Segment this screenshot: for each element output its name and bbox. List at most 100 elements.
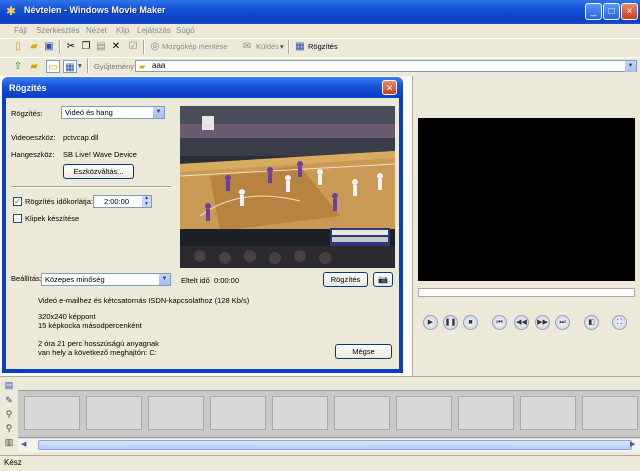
scrollbar-thumb[interactable] bbox=[38, 440, 632, 450]
quality-framerate: 15 képkocka másodpercenként bbox=[38, 321, 142, 330]
new-project-icon[interactable]: ▯ bbox=[11, 40, 25, 53]
zoom-in-icon[interactable]: ⚲ bbox=[3, 408, 15, 420]
stop-icon[interactable]: ■ bbox=[463, 315, 478, 330]
split-clip-icon[interactable]: ◧ bbox=[584, 315, 599, 330]
change-device-button[interactable]: Eszközváltás... bbox=[63, 164, 134, 179]
status-text: Kész bbox=[4, 458, 22, 467]
cut-icon[interactable]: ✂ bbox=[64, 40, 78, 53]
menu-help[interactable]: Súgó bbox=[176, 26, 195, 35]
dialog-title-bar bbox=[2, 77, 403, 98]
collection-select[interactable]: ▰ aaa ▼ bbox=[135, 60, 637, 72]
video-frame-image bbox=[180, 106, 395, 268]
audio-device-value: SB Live! Wave Device bbox=[63, 150, 137, 159]
collection-value: aaa bbox=[152, 61, 166, 70]
scroll-left-icon[interactable]: ◀ bbox=[21, 440, 26, 448]
save-project-icon[interactable]: ▣ bbox=[42, 40, 56, 53]
start-record-button[interactable]: Rögzítés bbox=[323, 272, 368, 287]
time-limit-label: Rögzítés időkorlátja: bbox=[25, 197, 93, 206]
delete-icon[interactable]: ✕ bbox=[109, 40, 123, 53]
views-icon[interactable]: ▦ bbox=[63, 60, 77, 73]
send-button[interactable]: Küldés bbox=[256, 42, 279, 51]
video-device-label: Videoeszköz: bbox=[11, 133, 56, 142]
save-movie-button[interactable]: Mozgókép mentése bbox=[162, 42, 227, 51]
menu-edit[interactable]: Szerkesztés bbox=[36, 26, 80, 35]
capture-video-preview bbox=[180, 106, 395, 268]
record-toolbar-button[interactable]: Rögzítés bbox=[308, 42, 338, 51]
properties-icon[interactable]: ☑ bbox=[126, 40, 140, 53]
collection-folder-icon[interactable]: ▭ bbox=[46, 60, 60, 73]
record-mode-label: Rögzítés: bbox=[11, 109, 43, 118]
create-clips-checkbox[interactable] bbox=[13, 214, 22, 223]
narrate-icon[interactable]: ✎ bbox=[3, 394, 15, 406]
chevron-down-icon[interactable]: ▼ bbox=[159, 274, 170, 285]
scroll-right-icon[interactable]: ▶ bbox=[630, 440, 635, 448]
chevron-down-icon[interactable]: ▼ bbox=[625, 61, 636, 72]
rewind-icon[interactable]: ◀◀ bbox=[514, 315, 529, 330]
record-mode-select[interactable]: Videó és hang ▼ bbox=[61, 106, 165, 119]
status-bar bbox=[0, 455, 640, 471]
quality-setting-select[interactable]: Közepes minőség ▼ bbox=[41, 273, 171, 286]
seek-bar[interactable] bbox=[418, 288, 635, 297]
collection-label: Gyűjtemény bbox=[94, 62, 135, 71]
menu-clip[interactable]: Klip bbox=[116, 26, 129, 35]
storyboard-view-icon[interactable]: ▥ bbox=[3, 436, 15, 448]
storyboard-frame[interactable] bbox=[210, 396, 266, 430]
views-dropdown-icon[interactable]: ▾ bbox=[78, 61, 82, 70]
full-screen-icon[interactable]: ⛶ bbox=[612, 315, 627, 330]
storyboard-frame[interactable] bbox=[520, 396, 576, 430]
storyboard-frame[interactable] bbox=[86, 396, 142, 430]
fast-forward-icon[interactable]: ▶▶ bbox=[535, 315, 550, 330]
dialog-title: Rögzítés bbox=[9, 83, 47, 93]
quality-setting-value: Közepes minőség bbox=[45, 275, 105, 284]
storyboard-frame[interactable] bbox=[148, 396, 204, 430]
send-dropdown-icon[interactable]: ▾ bbox=[280, 42, 284, 51]
time-limit-input[interactable]: 2:00:00 ▲ ▼ bbox=[93, 195, 152, 208]
next-frame-icon[interactable]: ⏭ bbox=[555, 315, 570, 330]
chevron-down-icon[interactable]: ▼ bbox=[153, 107, 164, 118]
create-clips-label: Klipek készítése bbox=[25, 214, 80, 223]
cancel-button[interactable]: Mégse bbox=[335, 344, 392, 359]
menu-file[interactable]: Fájl bbox=[14, 26, 27, 35]
toolbar-separator bbox=[288, 40, 290, 54]
take-photo-icon[interactable]: 📷 bbox=[373, 272, 393, 287]
storyboard-strip[interactable] bbox=[18, 390, 640, 438]
time-limit-value: 2:00:00 bbox=[104, 197, 130, 206]
new-collection-icon[interactable]: ▰ bbox=[27, 60, 41, 73]
storyboard-frame[interactable] bbox=[334, 396, 390, 430]
setting-label: Beállítás: bbox=[11, 274, 42, 283]
menu-view[interactable]: Nézet bbox=[86, 26, 107, 35]
time-limit-checkbox[interactable]: ✓ bbox=[13, 197, 22, 206]
previous-frame-icon[interactable]: ⏮ bbox=[492, 315, 507, 330]
storyboard-scrollbar[interactable]: ◀ ▶ bbox=[18, 438, 640, 452]
copy-icon[interactable]: ❐ bbox=[79, 40, 93, 53]
timeline-toggle-icon[interactable]: ▤ bbox=[3, 379, 15, 391]
zoom-out-icon[interactable]: ⚲ bbox=[3, 422, 15, 434]
quality-resolution: 320x240 képpont bbox=[38, 312, 96, 321]
storyboard-frame[interactable] bbox=[458, 396, 514, 430]
toolbar-separator bbox=[87, 59, 89, 73]
preview-monitor bbox=[418, 118, 635, 281]
disk-space-info-line1: 2 óra 21 perc hosszúságú anyagnak bbox=[38, 339, 159, 348]
storyboard-frame[interactable] bbox=[396, 396, 452, 430]
elapsed-time-label: Eltelt idő bbox=[181, 276, 210, 285]
spinner-arrows-icon[interactable]: ▲ ▼ bbox=[142, 195, 151, 207]
quality-description: Videó e-mailhez és kétcsatornás ISDN-kap… bbox=[38, 296, 250, 305]
pause-icon[interactable]: ❚❚ bbox=[443, 315, 458, 330]
dialog-divider bbox=[11, 186, 171, 188]
menu-play[interactable]: Lejátszás bbox=[137, 26, 171, 35]
dialog-close-button[interactable]: ✕ bbox=[382, 80, 397, 95]
play-icon[interactable]: ▶ bbox=[423, 315, 438, 330]
storyboard-frame[interactable] bbox=[24, 396, 80, 430]
close-button[interactable]: × bbox=[621, 3, 638, 20]
record-mode-value: Videó és hang bbox=[65, 108, 113, 117]
storyboard-frame[interactable] bbox=[582, 396, 638, 430]
toolbar-separator bbox=[143, 40, 145, 54]
collection-folder-small-icon: ▰ bbox=[139, 62, 146, 71]
up-one-level-icon[interactable]: ⇧ bbox=[11, 60, 25, 73]
open-project-icon[interactable]: ▰ bbox=[27, 40, 41, 53]
maximize-button[interactable]: □ bbox=[603, 3, 620, 20]
disk-space-info-line2: van hely a következő meghajtón: C: bbox=[38, 348, 157, 357]
storyboard-frame[interactable] bbox=[272, 396, 328, 430]
minimize-button[interactable]: _ bbox=[585, 3, 602, 20]
paste-icon[interactable]: ▤ bbox=[94, 40, 108, 53]
